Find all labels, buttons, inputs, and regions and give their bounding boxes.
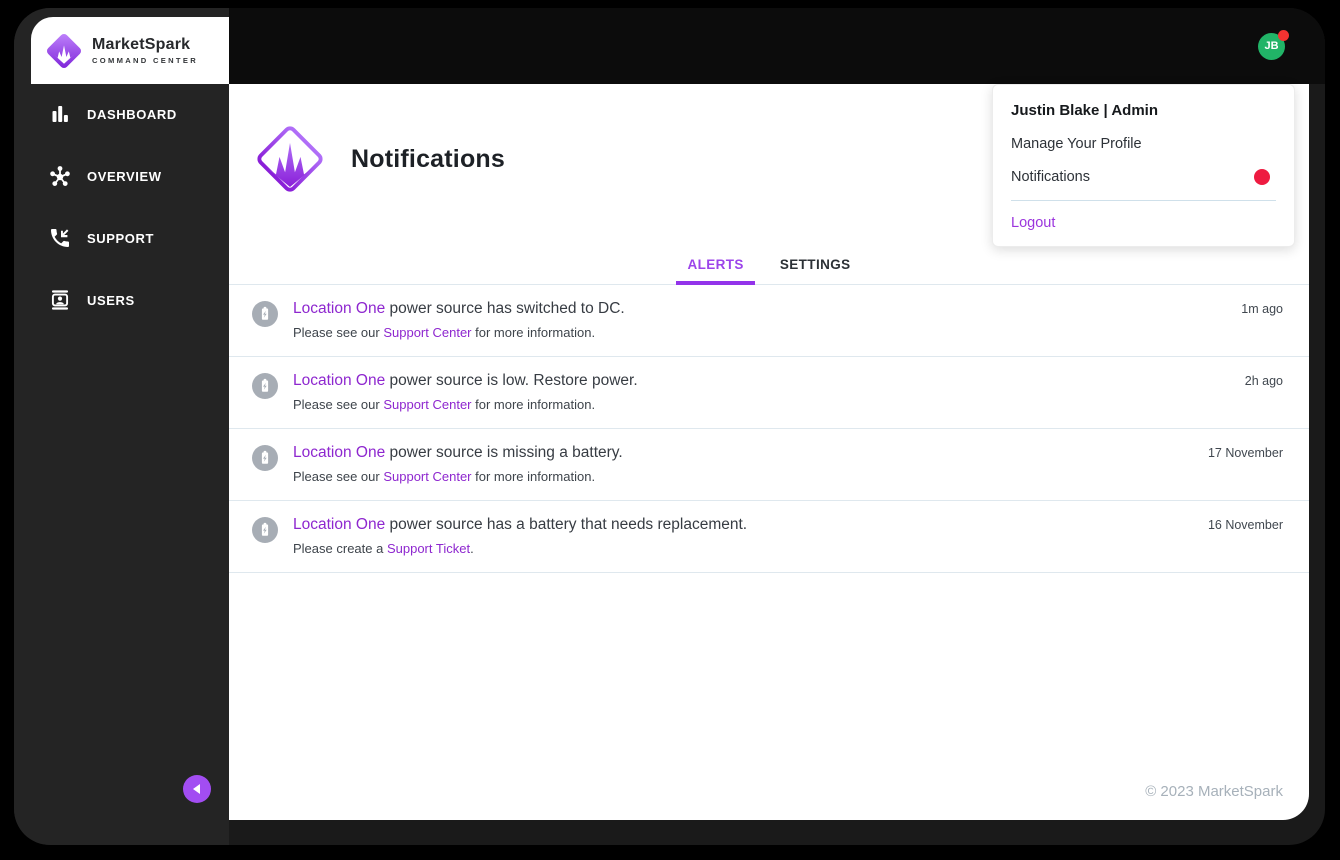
sidebar-item-label: OVERVIEW: [87, 168, 162, 184]
notification-list: Location One power source has switched t…: [229, 285, 1309, 573]
notification-timestamp: 17 November: [1207, 446, 1283, 460]
menu-item-logout[interactable]: Logout: [1011, 215, 1276, 231]
avatar-initials: JB: [1264, 40, 1279, 52]
notification-title: power source is low. Restore power.: [385, 372, 638, 389]
location-link[interactable]: Location One: [293, 444, 385, 461]
notification-row: Location One power source is low. Restor…: [229, 357, 1309, 429]
sidebar-item-label: DASHBOARD: [87, 106, 177, 122]
notification-timestamp: 1m ago: [1241, 302, 1283, 316]
sidebar: MarketSpark COMMAND CENTER DASHBOARD OVE…: [14, 8, 229, 845]
user-menu-header: Justin Blake | Admin: [1011, 102, 1159, 119]
sidebar-item-dashboard[interactable]: DASHBOARD: [14, 94, 229, 134]
page-title: Notifications: [351, 144, 505, 173]
hub-icon: [50, 166, 70, 186]
sidebar-item-label: SUPPORT: [87, 230, 155, 246]
support-center-link[interactable]: Support Center: [383, 397, 471, 412]
copyright: © 2023 MarketSpark: [1145, 783, 1283, 800]
menu-item-manage-profile[interactable]: Manage Your Profile: [1011, 136, 1276, 152]
contact-card-icon: [51, 290, 69, 310]
brand-logo[interactable]: MarketSpark COMMAND CENTER: [31, 17, 229, 84]
support-ticket-link[interactable]: Support Ticket: [387, 541, 470, 556]
notification-row: Location One power source is missing a b…: [229, 429, 1309, 501]
location-link[interactable]: Location One: [293, 516, 385, 533]
app-window: MarketSpark COMMAND CENTER DASHBOARD OVE…: [14, 8, 1325, 845]
user-menu: Justin Blake | Admin Manage Your Profile…: [992, 84, 1295, 247]
tab-settings[interactable]: SETTINGS: [769, 244, 862, 284]
support-center-link[interactable]: Support Center: [383, 469, 471, 484]
notification-timestamp: 2h ago: [1244, 374, 1283, 388]
battery-icon: [252, 445, 278, 471]
avatar-notification-dot: [1278, 29, 1289, 41]
tab-alerts[interactable]: ALERTS: [676, 244, 756, 285]
location-link[interactable]: Location One: [293, 372, 385, 389]
brand-diamond-icon: [46, 33, 82, 68]
sidebar-item-label: USERS: [87, 292, 135, 308]
menu-item-notifications[interactable]: Notifications: [1011, 169, 1276, 185]
page-diamond-icon: [257, 126, 323, 192]
sidebar-item-users[interactable]: USERS: [14, 280, 229, 320]
location-link[interactable]: Location One: [293, 300, 385, 317]
chevron-left-icon: [192, 784, 200, 794]
brand-subtitle: COMMAND CENTER: [92, 56, 199, 65]
user-avatar-button[interactable]: JB: [1258, 29, 1289, 60]
notification-row: Location One power source has switched t…: [229, 285, 1309, 357]
notification-row: Location One power source has a battery …: [229, 501, 1309, 573]
brand-title: MarketSpark: [92, 36, 191, 53]
support-center-link[interactable]: Support Center: [383, 325, 471, 340]
notification-title: power source has switched to DC.: [385, 300, 625, 317]
menu-divider: [1011, 200, 1276, 201]
tab-bar: ALERTS SETTINGS: [229, 244, 1309, 285]
sidebar-nav: DASHBOARD OVERVIEW SUPPORT USERS: [14, 94, 229, 320]
battery-icon: [252, 517, 278, 543]
battery-icon: [252, 373, 278, 399]
notification-timestamp: 16 November: [1207, 518, 1283, 532]
sidebar-collapse-button[interactable]: [183, 775, 211, 803]
phone-callback-icon: [51, 229, 69, 247]
sidebar-item-support[interactable]: SUPPORT: [14, 218, 229, 258]
sidebar-item-overview[interactable]: OVERVIEW: [14, 156, 229, 196]
battery-icon: [252, 301, 278, 327]
unread-indicator-dot: [1254, 169, 1270, 185]
bar-chart-icon: [52, 106, 68, 122]
topbar: JB: [229, 8, 1325, 84]
notification-title: power source is missing a battery.: [385, 444, 623, 461]
notification-title: power source has a battery that needs re…: [385, 516, 748, 533]
